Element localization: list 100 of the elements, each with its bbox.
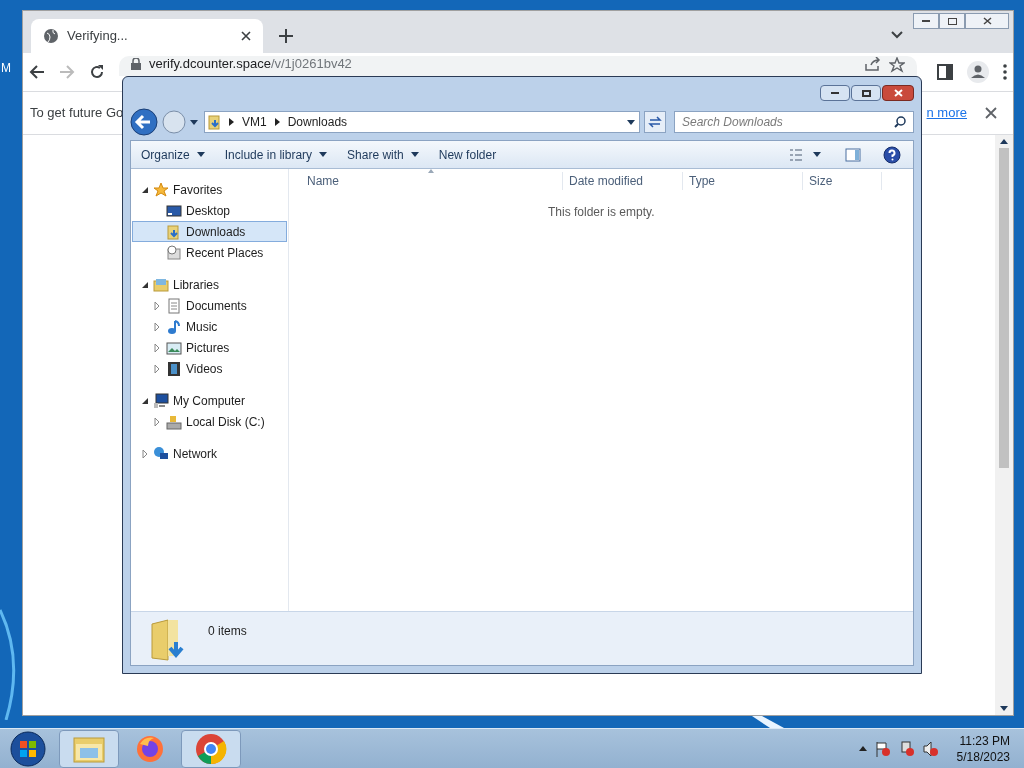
close-icon[interactable] bbox=[241, 31, 251, 41]
sort-arrow-icon bbox=[428, 169, 434, 173]
expand-triangle-icon[interactable] bbox=[153, 417, 161, 426]
nav-item[interactable]: Downloads bbox=[132, 221, 287, 242]
maximize-button[interactable] bbox=[851, 85, 881, 101]
empty-folder-message: This folder is empty. bbox=[548, 204, 656, 221]
profile-avatar-icon[interactable] bbox=[967, 61, 989, 83]
chevron-down-icon[interactable] bbox=[891, 31, 903, 39]
breadcrumb-item[interactable]: Downloads bbox=[285, 113, 350, 131]
browser-tab[interactable]: Verifying... bbox=[31, 19, 263, 53]
breadcrumb-bar[interactable]: VM1 Downloads bbox=[204, 111, 640, 133]
library-folder-icon bbox=[153, 276, 169, 293]
collapse-triangle-icon[interactable] bbox=[141, 396, 149, 405]
nav-section[interactable]: Favorites bbox=[132, 179, 287, 200]
star-icon bbox=[153, 181, 169, 198]
caret-icon bbox=[410, 152, 419, 157]
address-dropdown-icon bbox=[627, 119, 635, 125]
caret-icon bbox=[196, 152, 205, 157]
reload-icon[interactable] bbox=[89, 64, 105, 80]
minimize-button[interactable] bbox=[820, 85, 850, 101]
speaker-icon[interactable] bbox=[922, 740, 939, 757]
refresh-button[interactable] bbox=[644, 111, 666, 133]
address-bar[interactable]: verify.dcounter.space/v/1j0261bv42 bbox=[119, 56, 917, 76]
nav-item[interactable]: Pictures bbox=[132, 337, 287, 358]
lock-icon bbox=[131, 58, 141, 70]
nav-item[interactable]: Music bbox=[132, 316, 287, 337]
flag-icon[interactable] bbox=[874, 740, 891, 757]
taskbar-button[interactable] bbox=[181, 729, 241, 768]
collapse-triangle-icon[interactable] bbox=[141, 185, 149, 194]
fox-globe-icon bbox=[135, 733, 165, 764]
expand-triangle-icon[interactable] bbox=[153, 343, 161, 352]
caret-icon bbox=[319, 152, 328, 157]
globe-icon bbox=[43, 28, 59, 44]
side-panel-icon[interactable] bbox=[937, 64, 953, 80]
command-button[interactable]: Organize bbox=[139, 145, 207, 164]
picture-icon bbox=[166, 339, 182, 356]
maximize-button[interactable] bbox=[939, 13, 965, 29]
scroll-down-icon bbox=[1000, 706, 1008, 711]
breadcrumb-item[interactable]: VM1 bbox=[240, 113, 269, 131]
document-icon bbox=[166, 297, 182, 314]
expand-triangle-icon[interactable] bbox=[153, 301, 161, 310]
desktop-icon bbox=[166, 202, 182, 219]
drive-icon bbox=[166, 413, 182, 430]
expand-triangle-icon[interactable] bbox=[141, 449, 149, 458]
plus-icon[interactable] bbox=[279, 29, 293, 43]
share-icon[interactable] bbox=[865, 57, 881, 71]
folder-icon bbox=[207, 114, 223, 130]
tab-title: Verifying... bbox=[67, 27, 129, 46]
close-icon[interactable] bbox=[985, 107, 997, 119]
network-status-icon[interactable] bbox=[898, 740, 915, 757]
search-field[interactable]: Search Downloads bbox=[674, 111, 914, 133]
chrome-icon bbox=[195, 732, 227, 765]
expand-triangle-icon[interactable] bbox=[153, 364, 161, 373]
show-hidden-icons-icon[interactable] bbox=[858, 746, 867, 751]
nav-item[interactable]: Documents bbox=[132, 295, 287, 316]
nav-item[interactable]: Local Disk (C:) bbox=[132, 411, 287, 432]
folder-icon bbox=[166, 223, 182, 240]
music-note-icon bbox=[166, 318, 182, 335]
close-button[interactable] bbox=[882, 85, 914, 101]
column-header[interactable]: Name bbox=[289, 172, 562, 190]
collapse-triangle-icon[interactable] bbox=[141, 280, 149, 289]
clock-time: 11:23 PM bbox=[959, 732, 1010, 749]
column-header[interactable]: Type bbox=[682, 172, 802, 190]
clock-date: 5/18/2023 bbox=[956, 748, 1010, 765]
nav-section[interactable]: My Computer bbox=[132, 390, 287, 411]
star-icon[interactable] bbox=[889, 57, 905, 73]
nav-item[interactable]: Recent Places bbox=[132, 242, 287, 263]
film-icon bbox=[166, 360, 182, 377]
back-arrow-icon[interactable] bbox=[29, 64, 45, 80]
desktop-icon-label: M bbox=[1, 60, 11, 77]
computer-icon bbox=[153, 392, 169, 409]
refresh-icon bbox=[648, 116, 662, 128]
learn-more-link[interactable]: n more bbox=[926, 103, 967, 123]
menu-icon[interactable] bbox=[1003, 64, 1007, 80]
search-icon[interactable] bbox=[894, 116, 906, 128]
url-text: verify.dcounter.space/v/1j0261bv42 bbox=[149, 57, 352, 71]
back-button-icon[interactable] bbox=[130, 108, 158, 136]
column-header[interactable]: Date modified bbox=[562, 172, 682, 190]
expand-triangle-icon[interactable] bbox=[153, 322, 161, 331]
column-header[interactable]: Size bbox=[802, 172, 882, 190]
nav-item[interactable]: Videos bbox=[132, 358, 287, 379]
nav-item[interactable]: Desktop bbox=[132, 200, 287, 221]
chevron-right-icon[interactable] bbox=[229, 118, 234, 126]
nav-section[interactable]: Libraries bbox=[132, 274, 287, 295]
nav-section[interactable]: Network bbox=[132, 443, 287, 464]
command-button[interactable]: Share with bbox=[345, 145, 421, 164]
network-icon bbox=[153, 445, 169, 462]
clock-icon bbox=[166, 244, 182, 261]
scrollbar[interactable] bbox=[995, 135, 1013, 715]
item-count: 0 items bbox=[208, 623, 247, 640]
chevron-right-icon[interactable] bbox=[274, 118, 280, 126]
minimize-button[interactable] bbox=[913, 13, 939, 29]
help-icon[interactable] bbox=[883, 145, 901, 164]
view-dropdown-icon bbox=[813, 152, 821, 157]
recent-pages-caret-icon bbox=[190, 119, 198, 125]
command-button[interactable]: Include in library bbox=[222, 145, 330, 164]
start-button-icon[interactable] bbox=[8, 729, 48, 768]
command-button[interactable]: New folder bbox=[436, 145, 499, 164]
close-icon bbox=[982, 17, 992, 25]
close-button[interactable] bbox=[965, 13, 1009, 29]
